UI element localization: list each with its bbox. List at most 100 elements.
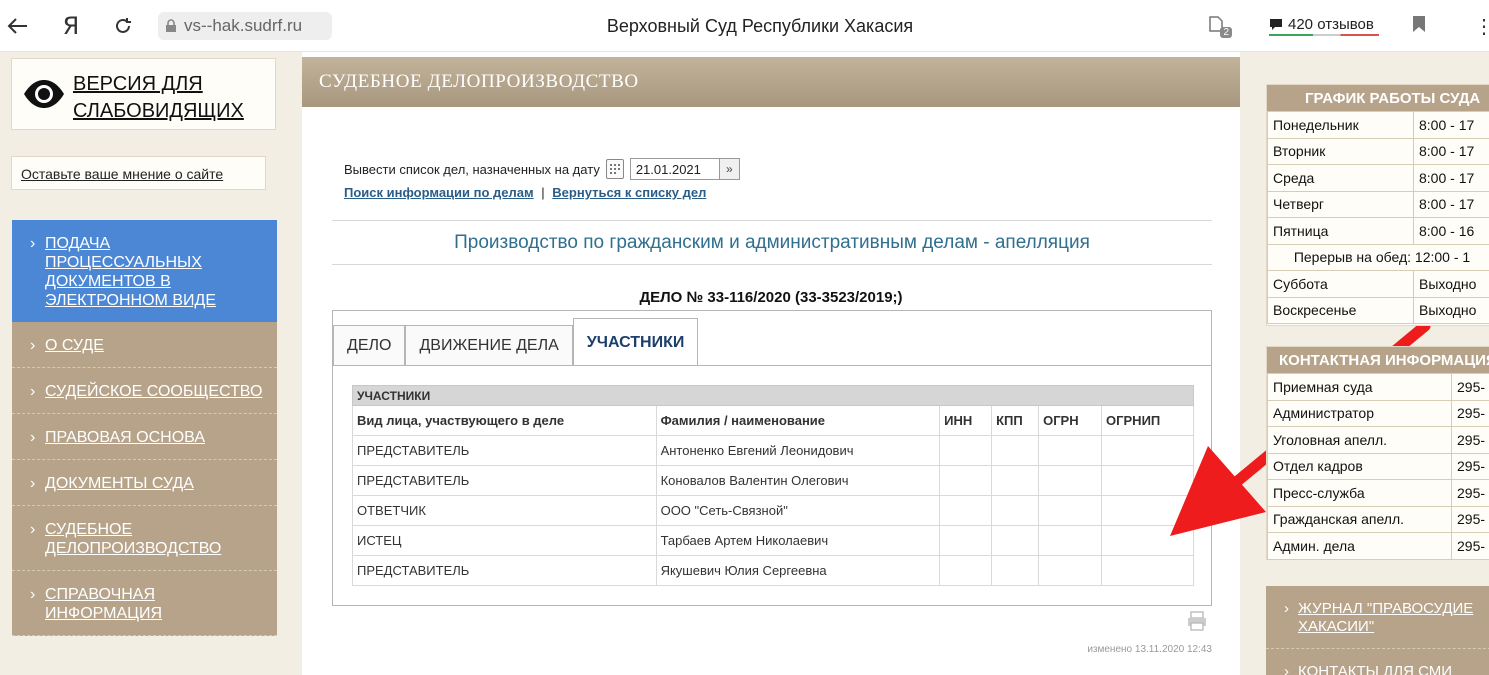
divider [332,220,1212,221]
right-menu-item-journal[interactable]: ЖУРНАЛ "ПРАВОСУДИЕ ХАКАСИИ" [1266,586,1489,649]
extension-icon[interactable]: 2 [1206,14,1232,38]
table-row: Пятница 8:00 - 16 [1267,217,1489,245]
party-name: ООО "Сеть-Связной" [655,495,941,526]
visually-impaired-version-box[interactable]: ВЕРСИЯ ДЛЯ СЛАБОВИДЯЩИХ [11,58,276,130]
table-row: ОТВЕТЧИК ООО "Сеть-Связной" [352,495,1194,526]
table-row: Суббота Выходно [1267,270,1489,298]
day-hours: 8:00 - 17 [1413,111,1489,139]
day-hours: Выходно [1413,270,1489,298]
party-type: ПРЕДСТАВИТЕЛЬ [352,435,657,466]
reload-icon[interactable] [110,12,136,40]
day-hours: 8:00 - 16 [1413,217,1489,245]
contact-name: Уголовная апелл. [1267,426,1452,454]
schedule-box: ГРАФИК РАБОТЫ СУДА Понедельник 8:00 - 17 … [1266,84,1489,326]
tab-case-movement[interactable]: ДВИЖЕНИЕ ДЕЛА [405,325,573,365]
date-filter-label: Вывести список дел, назначенных на дату [344,161,600,177]
menu-item-legal-basis[interactable]: Правовая основа [12,414,277,460]
menu-item-electronic-filing[interactable]: Подача процессуальных документов в элект… [12,220,277,322]
yandex-logo-icon[interactable]: Я [58,12,84,40]
menu-item-reference-info[interactable]: Справочная информация [12,571,277,636]
date-submit-button[interactable]: » [719,158,740,180]
col-header-inn: ИНН [939,405,993,436]
contacts-table: Приемная суда 295- Администратор 295- Угол… [1267,373,1489,560]
table-row: Гражданская апелл. 295- [1267,505,1489,533]
right-menu-item-media-contacts[interactable]: КОНТАКТЫ ДЛЯ СМИ [1266,649,1489,675]
table-row: Администратор 295- [1267,399,1489,427]
contact-name: Пресс-служба [1267,479,1452,507]
reviews-rating-bar [1269,34,1379,36]
contacts-box: КОНТАКТНАЯ ИНФОРМАЦИЯ Приемная суда 295- … [1266,346,1489,560]
bookmark-icon[interactable] [1412,15,1426,33]
browser-toolbar: Я vs--hak.sudrf.ru Верховный Суд Республ… [0,0,1489,52]
table-row: Админ. дела 295- [1267,532,1489,560]
day-name: Понедельник [1267,111,1414,139]
case-number-title: ДЕЛО № 33-116/2020 (33-3523/2019;) [639,289,903,306]
back-to-list-link[interactable]: Вернуться к списку дел [552,185,706,200]
table-row: Воскресенье Выходно [1267,296,1489,324]
right-sidebar: ГРАФИК РАБОТЫ СУДА Понедельник 8:00 - 17 … [1256,52,1489,675]
contact-phone: 295- [1451,426,1489,454]
table-row: Пресс-служба 295- [1267,479,1489,507]
print-icon[interactable] [1186,610,1208,632]
extension-count: 2 [1220,27,1232,38]
proceeding-title: Производство по гражданским и администра… [454,232,1090,253]
table-caption: УЧАСТНИКИ [352,385,1194,406]
party-type: ПРЕДСТАВИТЕЛЬ [352,465,657,496]
contact-name: Отдел кадров [1267,452,1452,480]
contact-phone: 295- [1451,505,1489,533]
left-sidebar: ВЕРСИЯ ДЛЯ СЛАБОВИДЯЩИХ Оставьте ваше мн… [0,52,290,675]
menu-item-about-court[interactable]: О суде [12,322,277,368]
link-separator: | [541,185,545,200]
contact-phone: 295- [1451,532,1489,560]
day-name: Вторник [1267,137,1414,165]
tab-case[interactable]: ДЕЛО [333,325,406,365]
search-cases-link[interactable]: Поиск информации по делам [344,185,534,200]
contact-phone: 295- [1451,399,1489,427]
date-input[interactable]: 21.01.2021 [629,158,720,180]
contact-name: Приемная суда [1267,373,1452,401]
reviews-label: 420 отзывов [1288,15,1374,33]
opinion-link[interactable]: Оставьте ваше мнение о сайте [11,156,266,190]
address-bar[interactable]: vs--hak.sudrf.ru [158,12,332,40]
tabs-underline [333,365,1211,366]
contact-phone: 295- [1451,373,1489,401]
day-name: Четверг [1267,190,1414,218]
table-row: Отдел кадров 295- [1267,452,1489,480]
day-hours: 8:00 - 17 [1413,164,1489,192]
table-row: Приемная суда 295- [1267,373,1489,401]
party-name: Тарбаев Артем Николаевич [655,525,941,556]
menu-item-court-proceedings[interactable]: Судебное делопроизводство [12,506,277,571]
more-icon[interactable]: ⋮ [1474,14,1489,39]
party-type: ОТВЕТЧИК [352,495,657,526]
col-header-name: Фамилия / наименование [655,405,941,436]
table-row: Среда 8:00 - 17 [1267,164,1489,192]
comment-icon [1270,19,1282,30]
lunch-break: Перерыв на обед: 12:00 - 1 [1267,243,1489,271]
schedule-title: ГРАФИК РАБОТЫ СУДА [1267,85,1489,111]
party-type: ИСТЕЦ [352,525,657,556]
right-menu: ЖУРНАЛ "ПРАВОСУДИЕ ХАКАСИИ" КОНТАКТЫ ДЛЯ… [1266,586,1489,675]
links-row: Поиск информации по делам | Вернуться к … [344,185,706,200]
menu-item-court-documents[interactable]: Документы суда [12,460,277,506]
day-hours: Выходно [1413,296,1489,324]
tab-participants[interactable]: УЧАСТНИКИ [572,318,699,366]
contact-name: Админ. дела [1267,532,1452,560]
section-header: СУДЕБНОЕ ДЕЛОПРОИЗВОДСТВО [302,57,1240,107]
back-arrow-icon[interactable] [4,12,32,40]
case-tabs-panel: ДЕЛО ДВИЖЕНИЕ ДЕЛА УЧАСТНИКИ УЧАСТНИКИ В… [332,310,1212,606]
contact-phone: 295- [1451,452,1489,480]
table-row: Уголовная апелл. 295- [1267,426,1489,454]
table-row: Четверг 8:00 - 17 [1267,190,1489,218]
divider [332,264,1212,265]
modified-date: изменено 13.11.2020 12:43 [1087,644,1212,655]
table-row: Перерыв на обед: 12:00 - 1 [1267,243,1489,271]
lock-icon [158,12,184,40]
table-row: ИСТЕЦ Тарбаев Артем Николаевич [352,525,1194,556]
calendar-icon[interactable] [605,159,624,179]
day-name: Среда [1267,164,1414,192]
visually-impaired-link[interactable]: ВЕРСИЯ ДЛЯ СЛАБОВИДЯЩИХ [73,71,273,125]
menu-item-judges-community[interactable]: Судейское сообщество [12,368,277,414]
table-row: Понедельник 8:00 - 17 [1267,111,1489,139]
address-text: vs--hak.sudrf.ru [184,16,303,35]
party-name: Антоненко Евгений Леонидович [655,435,941,466]
